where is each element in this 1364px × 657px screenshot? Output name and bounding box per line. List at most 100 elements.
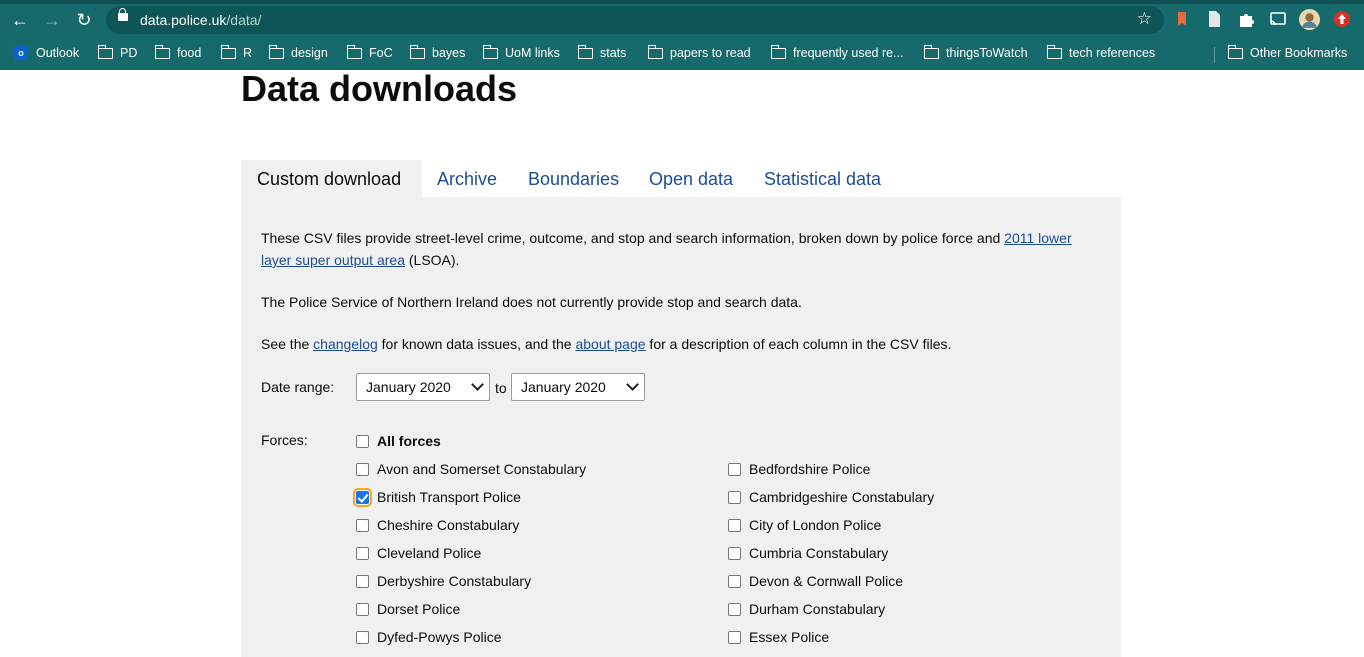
bookmark-label: food <box>177 46 202 60</box>
force-option[interactable]: Bedfordshire Police <box>728 459 870 479</box>
tab-statistical-data[interactable]: Statistical data <box>764 160 881 198</box>
force-option[interactable]: Cleveland Police <box>356 543 481 563</box>
all-forces-option[interactable]: All forces <box>356 431 441 451</box>
force-label: Durham Constabulary <box>749 601 886 617</box>
bookmark-folder-r[interactable]: R <box>220 44 253 60</box>
bookmark-label: papers to read <box>670 46 751 60</box>
tab-open-data[interactable]: Open data <box>649 160 733 198</box>
bookmark-folder-other[interactable]: Other Bookmarks <box>1227 44 1347 60</box>
bookmark-folder-uom-links[interactable]: UoM links <box>482 44 560 60</box>
bookmark-label: stats <box>600 46 627 60</box>
force-option[interactable]: Essex Police <box>728 627 829 647</box>
folder-icon <box>482 44 498 59</box>
force-checkbox[interactable] <box>728 462 741 476</box>
chevron-down-icon <box>626 378 639 391</box>
folder-icon <box>577 44 593 59</box>
document-extension-icon[interactable] <box>1205 10 1223 28</box>
force-checkbox[interactable] <box>728 518 741 532</box>
bookmark-label: Outlook <box>36 46 80 60</box>
force-option[interactable]: Avon and Somerset Constabulary <box>356 459 586 479</box>
intro-text: These CSV files provide street-level cri… <box>261 230 1005 246</box>
force-checkbox[interactable] <box>356 518 369 532</box>
force-checkbox[interactable] <box>728 574 741 588</box>
bookmark-folder-design[interactable]: design <box>268 44 328 60</box>
force-option[interactable]: City of London Police <box>728 515 881 535</box>
force-checkbox[interactable] <box>728 546 741 560</box>
date-from-select[interactable]: January 2020 <box>356 373 490 401</box>
all-forces-checkbox[interactable] <box>356 434 369 448</box>
force-checkbox[interactable] <box>356 602 369 616</box>
changelog-link[interactable]: changelog <box>313 336 378 352</box>
bookmark-label: PD <box>120 46 138 60</box>
psni-note: The Police Service of Northern Ireland d… <box>261 294 802 310</box>
force-option[interactable]: Cumbria Constabulary <box>728 543 888 563</box>
url-host: data.police.uk <box>140 12 227 28</box>
tab-archive[interactable]: Archive <box>437 160 497 198</box>
force-option[interactable]: Dyfed-Powys Police <box>356 627 502 647</box>
bookmark-folder-frequently-used[interactable]: frequently used re... <box>770 44 903 60</box>
force-label: British Transport Police <box>377 489 521 505</box>
force-checkbox-checked[interactable] <box>353 487 372 507</box>
date-to-value: January 2020 <box>521 379 606 395</box>
date-to-label: to <box>495 380 507 396</box>
force-checkbox[interactable] <box>356 630 369 644</box>
folder-icon <box>346 44 362 59</box>
url-text[interactable]: data.police.uk/data/ <box>140 12 261 28</box>
force-option[interactable]: Cheshire Constabulary <box>356 515 519 535</box>
update-arrow-icon[interactable] <box>1333 10 1351 28</box>
folder-icon <box>647 44 663 59</box>
force-checkbox[interactable] <box>728 602 741 616</box>
tab-custom-download[interactable]: Custom download <box>241 160 422 198</box>
back-icon[interactable]: ← <box>8 8 32 32</box>
bookmark-folder-pd[interactable]: PD <box>97 44 138 60</box>
profile-avatar-icon[interactable] <box>1299 9 1320 30</box>
bookmark-folder-things-to-watch[interactable]: thingsToWatch <box>923 44 1028 60</box>
bookmark-star-icon[interactable]: ☆ <box>1137 9 1152 29</box>
all-forces-label: All forces <box>377 433 441 449</box>
bookmark-folder-stats[interactable]: stats <box>577 44 627 60</box>
force-option[interactable]: Cambridgeshire Constabulary <box>728 487 934 507</box>
force-option[interactable]: Durham Constabulary <box>728 599 885 619</box>
extensions-puzzle-icon[interactable] <box>1237 10 1255 28</box>
force-label: Cambridgeshire Constabulary <box>749 489 935 505</box>
reload-icon[interactable]: ↻ <box>72 8 96 32</box>
force-checkbox[interactable] <box>356 462 369 476</box>
force-checkbox[interactable] <box>356 546 369 560</box>
changelog-text: See the <box>261 336 314 352</box>
extension-bookmark-icon[interactable] <box>1174 10 1192 28</box>
tab-boundaries[interactable]: Boundaries <box>528 160 619 198</box>
force-label: Cumbria Constabulary <box>749 545 889 561</box>
bookmark-folder-foc[interactable]: FoC <box>346 44 393 60</box>
bookmark-folder-bayes[interactable]: bayes <box>409 44 465 60</box>
bookmark-folder-papers[interactable]: papers to read <box>647 44 751 60</box>
force-option[interactable]: Dorset Police <box>356 599 460 619</box>
force-checkbox[interactable] <box>356 574 369 588</box>
changelog-text-end: for a description of each column in the … <box>645 336 952 352</box>
cast-icon[interactable] <box>1269 10 1287 28</box>
force-checkbox[interactable] <box>728 630 741 644</box>
force-label: Devon & Cornwall Police <box>749 573 904 589</box>
bookmarks-bar: o Outlook PD food R design FoC bayes UoM … <box>0 42 1364 66</box>
force-label: Dorset Police <box>377 601 461 617</box>
about-page-link[interactable]: about page <box>575 336 645 352</box>
force-option[interactable]: British Transport Police <box>353 487 521 507</box>
date-to-select[interactable]: January 2020 <box>511 373 645 401</box>
bookmark-label: R <box>243 46 253 60</box>
bookmark-label: thingsToWatch <box>946 46 1028 60</box>
force-option[interactable]: Devon & Cornwall Police <box>728 571 903 591</box>
force-label: Derbyshire Constabulary <box>377 573 532 589</box>
changelog-text-mid: for known data issues, and the <box>377 336 576 352</box>
intro-text-end: (LSOA). <box>404 252 460 268</box>
outlook-icon: o <box>14 46 28 60</box>
bookmark-folder-food[interactable]: food <box>154 44 202 60</box>
bookmark-folder-tech-references[interactable]: tech references <box>1046 44 1155 60</box>
folder-icon <box>923 44 939 59</box>
address-bar[interactable]: data.police.uk/data/ ☆ <box>106 6 1164 34</box>
chevron-down-icon <box>471 378 484 391</box>
force-option[interactable]: Derbyshire Constabulary <box>356 571 531 591</box>
intro-paragraph: These CSV files provide street-level cri… <box>261 227 1091 271</box>
force-checkbox[interactable] <box>728 490 741 504</box>
bookmark-outlook[interactable]: o Outlook <box>14 46 79 60</box>
forward-icon[interactable]: → <box>40 8 64 32</box>
date-from-value: January 2020 <box>366 379 451 395</box>
